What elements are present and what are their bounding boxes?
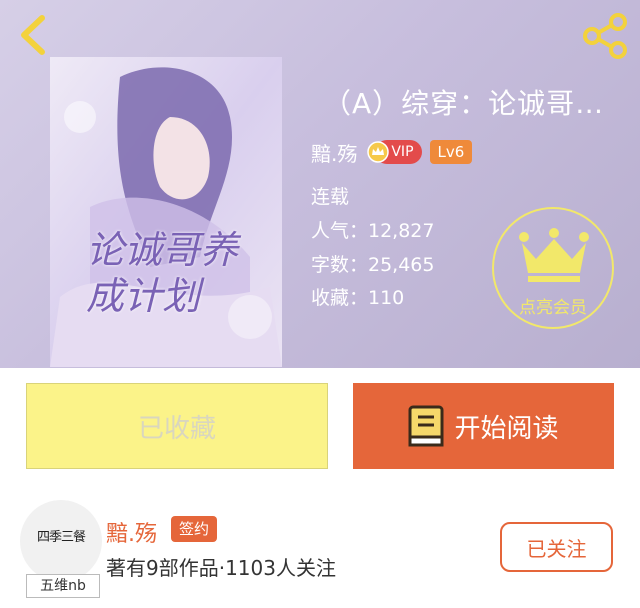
follow-button[interactable]: 已关注 <box>500 522 613 572</box>
book-word-count: 字数：25,465 <box>311 254 435 276</box>
vip-crown-icon <box>367 141 390 163</box>
signed-badge: 签约 <box>171 516 218 542</box>
author-works-summary: 著有9部作品·1103人关注 <box>106 556 336 580</box>
start-reading-button[interactable]: 开始阅读 <box>353 383 614 469</box>
member-button[interactable]: 点亮会员 <box>492 207 614 329</box>
vip-badge: VIP <box>367 140 422 164</box>
book-favorites: 收藏：110 <box>311 287 405 309</box>
book-title: （A）综穿：论诚哥… <box>323 87 605 120</box>
book-cover[interactable]: 论诚哥养成计划 <box>50 57 282 367</box>
book-popularity: 人气：12,827 <box>311 220 435 242</box>
start-reading-label: 开始阅读 <box>454 413 559 444</box>
avatar-tag: 五维nb <box>26 574 100 598</box>
vip-label: VIP <box>391 144 414 160</box>
back-arrow-icon[interactable] <box>14 12 54 58</box>
favorited-button[interactable]: 已收藏 <box>26 383 328 469</box>
book-status: 连载 <box>311 186 350 208</box>
share-icon[interactable] <box>580 12 630 60</box>
crown-icon <box>519 228 589 282</box>
avatar-calligraphy: 四季三餐 <box>36 530 86 545</box>
book-icon <box>408 405 444 447</box>
cover-illustration <box>50 57 282 367</box>
level-badge: Lv6 <box>429 140 473 164</box>
author-row: 黯.殇 VIP Lv6 <box>311 138 473 167</box>
author-avatar[interactable]: 四季三餐 <box>20 500 102 582</box>
author-card-name[interactable]: 黯.殇 <box>106 516 157 548</box>
author-name[interactable]: 黯.殇 <box>311 138 357 167</box>
member-label: 点亮会员 <box>519 298 587 318</box>
cover-title-text: 论诚哥养成计划 <box>86 228 239 318</box>
